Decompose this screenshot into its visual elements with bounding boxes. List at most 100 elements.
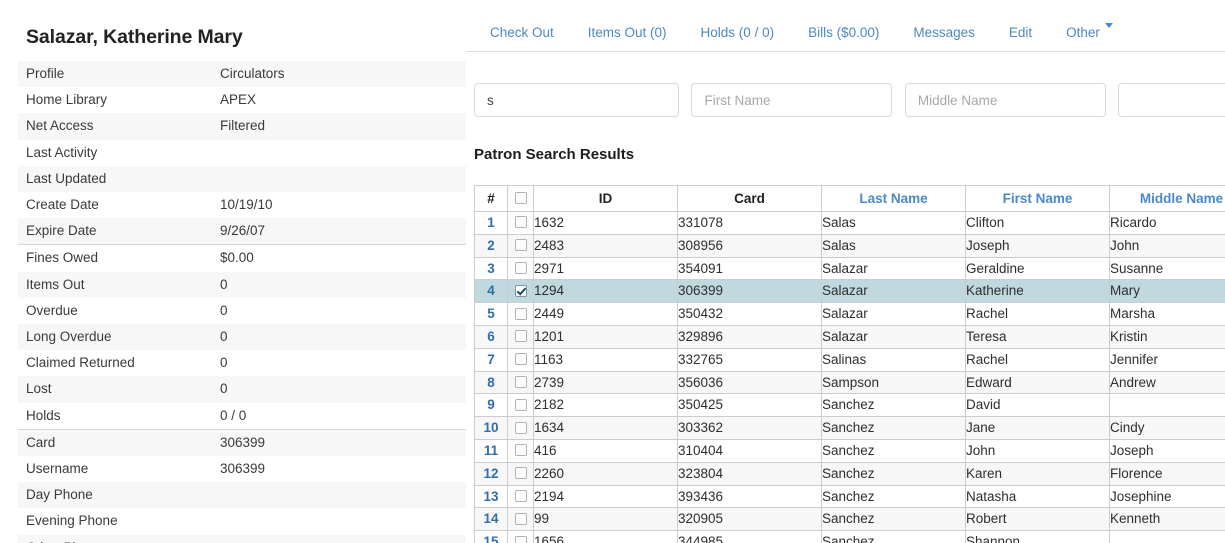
patron-summary-label: Username — [26, 461, 89, 477]
last-name-input[interactable] — [474, 83, 679, 117]
select-all-checkbox[interactable] — [514, 192, 527, 205]
row-select-cell[interactable] — [507, 485, 534, 509]
cell-id: 2260 — [533, 462, 678, 486]
row-number[interactable]: 1 — [474, 211, 508, 235]
patron-search-page: Salazar, Katherine Mary Profile Circulato… — [0, 0, 1225, 543]
cell-card: 323804 — [677, 462, 822, 486]
row-select-cell[interactable] — [507, 371, 534, 395]
table-row[interactable]: 8 2739 356036 Sampson Edward Andrew — [474, 371, 1225, 395]
row-select-cell[interactable] — [507, 279, 534, 304]
table-row[interactable]: 13 2194 393436 Sanchez Natasha Josephine — [474, 485, 1225, 509]
table-row[interactable]: 15 1656 344985 Sanchez Shannon — [474, 530, 1225, 543]
table-row[interactable]: 12 2260 323804 Sanchez Karen Florence — [474, 462, 1225, 486]
row-checkbox[interactable] — [514, 467, 527, 480]
cell-id: 1656 — [533, 530, 678, 543]
nav-tab-other[interactable]: Other — [1049, 18, 1130, 48]
row-number[interactable]: 6 — [474, 325, 508, 349]
row-number[interactable]: 4 — [474, 279, 508, 304]
patron-summary-value: 0 — [220, 329, 228, 345]
row-number[interactable]: 10 — [474, 416, 508, 440]
row-checkbox[interactable] — [514, 216, 527, 229]
table-row[interactable]: 6 1201 329896 Salazar Teresa Kristin — [474, 325, 1225, 349]
cell-last-name: Sanchez — [821, 416, 966, 440]
middle-name-input[interactable] — [904, 83, 1106, 117]
cell-middle-name: Josephine — [1109, 485, 1225, 509]
row-number[interactable]: 13 — [474, 485, 508, 509]
table-row[interactable]: 7 1163 332765 Salinas Rachel Jennifer — [474, 348, 1225, 372]
cell-middle-name: Cindy — [1109, 416, 1225, 440]
table-row[interactable]: 1 1632 331078 Salas Clifton Ricardo — [474, 211, 1225, 235]
patron-summary-row: Lost 0 — [18, 376, 466, 403]
patron-summary-label: Last Updated — [26, 170, 107, 186]
row-checkbox[interactable] — [514, 330, 527, 343]
row-checkbox[interactable] — [514, 262, 527, 275]
row-number[interactable]: 2 — [474, 234, 508, 258]
patron-summary-table: Profile Circulators Home Library APEX Net Ac… — [18, 61, 466, 543]
row-number[interactable]: 14 — [474, 507, 508, 532]
row-checkbox[interactable] — [514, 490, 527, 502]
row-number[interactable]: 11 — [474, 439, 508, 463]
row-select-cell[interactable] — [507, 416, 534, 440]
table-row[interactable]: 9 2182 350425 Sanchez David — [474, 393, 1225, 418]
row-checkbox[interactable] — [514, 307, 527, 320]
col-header-last-name[interactable]: Last Name — [821, 185, 966, 212]
row-select-cell[interactable] — [507, 507, 534, 532]
table-row[interactable]: 5 2449 350432 Salazar Rachel Marsha — [474, 302, 1225, 326]
results-table-body: 1 1632 331078 Salas Clifton Ricardo 2 2483 30895… — [474, 211, 1225, 543]
cell-id: 1163 — [533, 348, 678, 372]
col-header-first-name[interactable]: First Name — [965, 185, 1110, 212]
row-select-cell[interactable] — [507, 530, 534, 543]
row-number[interactable]: 5 — [474, 302, 508, 326]
row-number[interactable]: 3 — [474, 257, 508, 281]
patron-summary-row: Card 306399 — [18, 429, 466, 457]
table-row[interactable]: 14 99 320905 Sanchez Robert Kenneth — [474, 507, 1225, 532]
row-select-cell[interactable] — [507, 439, 534, 463]
row-select-cell[interactable] — [507, 302, 534, 326]
nav-tab-edit[interactable]: Edit — [992, 18, 1049, 48]
row-checkbox[interactable] — [514, 421, 527, 434]
table-row[interactable]: 3 2971 354091 Salazar Geraldine Susanne — [474, 257, 1225, 281]
cell-first-name: David — [965, 393, 1110, 418]
cell-middle-name: Kristin — [1109, 325, 1225, 349]
row-checkbox[interactable] — [514, 353, 527, 366]
nav-tab-items-out-0[interactable]: Items Out (0) — [571, 18, 684, 48]
nav-tab-holds-0-0[interactable]: Holds (0 / 0) — [684, 18, 792, 48]
patron-summary-row: Username 306399 — [18, 456, 466, 482]
col-header-middle-name[interactable]: Middle Name — [1109, 185, 1225, 212]
table-row[interactable]: 2 2483 308956 Salas Joseph John — [474, 234, 1225, 258]
row-checkbox[interactable] — [514, 284, 527, 297]
row-number[interactable]: 12 — [474, 462, 508, 486]
row-select-cell[interactable] — [507, 325, 534, 349]
row-number[interactable]: 15 — [474, 530, 508, 543]
row-number[interactable]: 9 — [474, 393, 508, 418]
row-checkbox[interactable] — [514, 376, 527, 389]
cell-id: 1294 — [533, 279, 678, 304]
table-row[interactable]: 11 416 310404 Sanchez John Joseph — [474, 439, 1225, 463]
row-select-cell[interactable] — [507, 234, 534, 258]
col-header-select-all[interactable] — [507, 185, 534, 212]
row-select-cell[interactable] — [507, 211, 534, 235]
nav-tab-bills-0-00[interactable]: Bills ($0.00) — [791, 18, 896, 48]
row-select-cell[interactable] — [507, 348, 534, 372]
nav-tab-check-out[interactable]: Check Out — [466, 18, 571, 48]
row-checkbox[interactable] — [514, 239, 527, 252]
chevron-down-icon — [1104, 23, 1113, 29]
nav-tab-messages[interactable]: Messages — [896, 18, 992, 48]
row-number[interactable]: 8 — [474, 371, 508, 395]
patron-summary-value: Circulators — [220, 66, 285, 81]
search-button[interactable]: Search — [1118, 83, 1225, 117]
table-row[interactable]: 10 1634 303362 Sanchez Jane Cindy — [474, 416, 1225, 440]
first-name-input[interactable] — [691, 83, 893, 117]
nav-tab-label: Bills ($0.00) — [808, 25, 880, 40]
table-row[interactable]: 4 1294 306399 Salazar Katherine Mary — [474, 279, 1225, 304]
cell-card: 303362 — [677, 416, 822, 440]
row-checkbox[interactable] — [514, 512, 527, 525]
cell-id: 2182 — [533, 393, 678, 418]
row-checkbox[interactable] — [514, 398, 527, 411]
row-number[interactable]: 7 — [474, 348, 508, 372]
row-select-cell[interactable] — [507, 393, 534, 418]
row-checkbox[interactable] — [514, 535, 527, 543]
row-select-cell[interactable] — [507, 257, 534, 281]
row-select-cell[interactable] — [507, 462, 534, 486]
row-checkbox[interactable] — [514, 444, 527, 457]
